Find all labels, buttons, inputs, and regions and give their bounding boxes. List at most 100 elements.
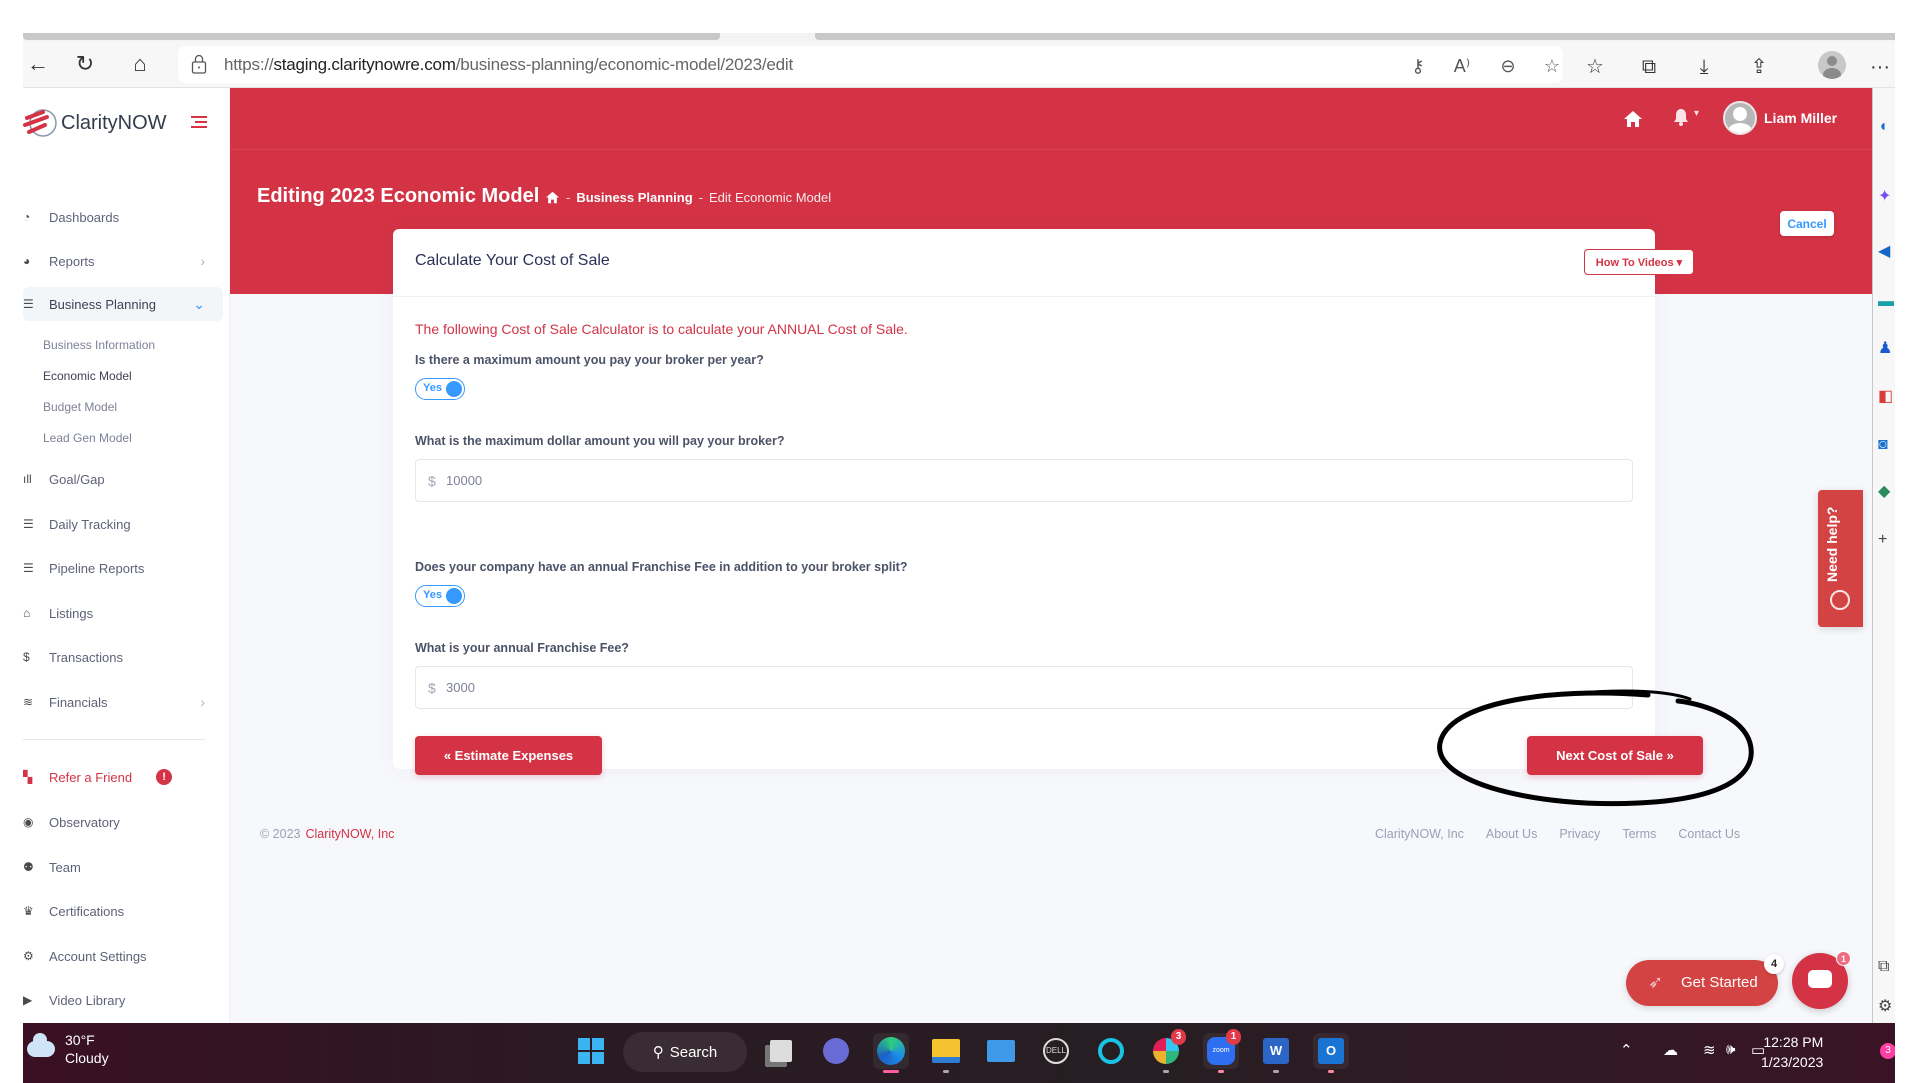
hide-sidebar-icon[interactable]: ⧉ bbox=[1878, 958, 1895, 976]
franchise-fee-toggle[interactable]: Yes bbox=[415, 585, 465, 607]
teams-chat-app[interactable] bbox=[818, 1033, 854, 1069]
sidebar-item-label: Business Planning bbox=[49, 296, 156, 312]
user-name[interactable]: Liam Miller bbox=[1764, 110, 1837, 126]
downloads-icon[interactable]: ⤓ bbox=[1690, 53, 1718, 81]
sidebar-item-account-settings[interactable]: ⚙ Account Settings bbox=[23, 939, 223, 973]
breadcrumb-home-icon[interactable] bbox=[545, 191, 560, 204]
onedrive-icon[interactable]: ☁ bbox=[1663, 1041, 1678, 1059]
share-icon[interactable]: ⇪ bbox=[1745, 53, 1773, 81]
footer-brand-link[interactable]: ClarityNOW, Inc bbox=[306, 827, 395, 841]
windows-icon bbox=[578, 1038, 604, 1064]
task-view-button[interactable] bbox=[763, 1033, 799, 1069]
drop-icon[interactable]: ◆ bbox=[1878, 483, 1895, 501]
sidebar-item-dashboards[interactable]: ◔ Dashboards bbox=[23, 200, 223, 234]
sidebar-item-financials[interactable]: ≋ Financials › bbox=[23, 685, 223, 719]
weather-widget[interactable]: 30°F Cloudy bbox=[23, 1031, 109, 1067]
franchise-fee-input[interactable] bbox=[446, 668, 1646, 707]
notification-badge[interactable]: 3 bbox=[1880, 1043, 1895, 1059]
browser-tab[interactable] bbox=[815, 33, 1895, 40]
cancel-button[interactable]: Cancel bbox=[1780, 211, 1834, 236]
zoom-out-icon[interactable]: ⊖ bbox=[1496, 54, 1520, 78]
max-broker-amount-field[interactable]: $ bbox=[415, 459, 1646, 502]
home-icon[interactable] bbox=[1623, 110, 1643, 128]
sidebar-item-goal-gap[interactable]: ıll Goal/Gap bbox=[23, 462, 223, 496]
dell-app[interactable]: DELL bbox=[1038, 1033, 1074, 1069]
volume-icon[interactable]: 🕪 bbox=[1726, 1041, 1735, 1058]
notifications-dropdown[interactable]: ▾ bbox=[1673, 108, 1709, 128]
tools-icon[interactable]: ▬ bbox=[1878, 293, 1895, 311]
read-aloud-icon[interactable]: A⁾ bbox=[1450, 54, 1474, 78]
add-favorite-icon[interactable]: ☆ bbox=[1540, 54, 1564, 78]
outlook-sidebar-icon[interactable]: ◙ bbox=[1878, 436, 1895, 454]
sidebar-item-daily-tracking[interactable]: ☰ Daily Tracking bbox=[23, 507, 223, 541]
favorites-icon[interactable]: ☆ bbox=[1581, 53, 1609, 81]
sidebar-item-observatory[interactable]: ◉ Observatory bbox=[23, 805, 223, 839]
sidebar-item-refer-a-friend[interactable]: ▚ Refer a Friend! bbox=[23, 760, 223, 794]
edge-app[interactable] bbox=[873, 1033, 909, 1073]
browser-profile-avatar[interactable] bbox=[1818, 51, 1846, 79]
question-franchise-amount: What is your annual Franchise Fee? bbox=[415, 641, 629, 655]
sidebar-item-label: Certifications bbox=[49, 903, 125, 919]
back-icon[interactable]: ← bbox=[23, 49, 53, 79]
home-icon[interactable]: ⌂ bbox=[125, 49, 155, 79]
get-started-button[interactable]: ➶ Get Started bbox=[1626, 960, 1778, 1006]
footer-link-contact[interactable]: Contact Us bbox=[1678, 827, 1740, 841]
wifi-icon[interactable]: ≋ bbox=[1703, 1041, 1716, 1059]
url-text[interactable]: https://staging.claritynowre.com/busines… bbox=[224, 55, 793, 75]
sidebar-item-pipeline-reports[interactable]: ☰ Pipeline Reports bbox=[23, 551, 223, 585]
start-button[interactable] bbox=[573, 1033, 609, 1069]
collections-icon[interactable]: ⧉ bbox=[1635, 53, 1663, 81]
sidebar-item-team[interactable]: ⚉ Team bbox=[23, 850, 223, 884]
next-cost-of-sale-button[interactable]: Next Cost of Sale » bbox=[1527, 736, 1703, 775]
key-icon[interactable]: ⚷ bbox=[1406, 54, 1430, 78]
word-app[interactable]: W bbox=[1258, 1033, 1294, 1073]
outlook-app[interactable]: O bbox=[1313, 1033, 1349, 1073]
settings-icon[interactable]: ⚙ bbox=[1878, 998, 1895, 1016]
copilot-icon[interactable]: ✦ bbox=[1878, 188, 1895, 206]
estimate-expenses-button[interactable]: « Estimate Expenses bbox=[415, 736, 602, 775]
footer-link-privacy[interactable]: Privacy bbox=[1559, 827, 1600, 841]
sidebar-item-certifications[interactable]: ♛ Certifications bbox=[23, 894, 223, 928]
sidebar-item-video-library[interactable]: ▶ Video Library bbox=[23, 983, 223, 1017]
sidebar-item-transactions[interactable]: $ Transactions bbox=[23, 640, 223, 674]
file-explorer-app[interactable] bbox=[928, 1033, 964, 1073]
slack-app[interactable]: 3 bbox=[1148, 1029, 1186, 1073]
shopping-icon[interactable]: ◀ bbox=[1878, 243, 1895, 261]
add-icon[interactable]: + bbox=[1878, 531, 1895, 549]
sidebar-item-label: Reports bbox=[49, 253, 95, 269]
taskbar-search[interactable]: ⚲ Search bbox=[623, 1032, 747, 1072]
sidebar-item-listings[interactable]: ⌂ Listings bbox=[23, 596, 223, 630]
zoom-app[interactable]: zoom 1 bbox=[1203, 1029, 1241, 1073]
footer-link-company[interactable]: ClarityNOW, Inc bbox=[1375, 827, 1464, 841]
sidebar-subitem-lead-gen-model[interactable]: Lead Gen Model bbox=[43, 431, 132, 445]
logo[interactable]: ClarityNOW bbox=[23, 106, 167, 140]
more-icon[interactable]: ··· bbox=[1868, 53, 1892, 81]
user-avatar[interactable] bbox=[1723, 101, 1757, 135]
logo-icon bbox=[23, 109, 57, 137]
sidebar-subitem-business-information[interactable]: Business Information bbox=[43, 338, 155, 352]
max-broker-toggle[interactable]: Yes bbox=[415, 378, 465, 400]
address-bar[interactable]: https://staging.claritynowre.com/busines… bbox=[178, 46, 1563, 83]
show-hidden-icons[interactable]: ⌃ bbox=[1620, 1041, 1633, 1059]
office-icon[interactable]: ◧ bbox=[1878, 388, 1895, 406]
refresh-icon[interactable]: ↻ bbox=[70, 49, 100, 79]
footer-link-about[interactable]: About Us bbox=[1486, 827, 1537, 841]
browser-tab[interactable] bbox=[23, 33, 720, 40]
games-icon[interactable]: ♟ bbox=[1878, 340, 1895, 358]
mail-app[interactable] bbox=[983, 1033, 1019, 1069]
footer-link-terms[interactable]: Terms bbox=[1622, 827, 1656, 841]
alexa-app[interactable] bbox=[1093, 1033, 1129, 1069]
franchise-fee-field[interactable]: $ bbox=[415, 666, 1646, 709]
menu-toggle-icon[interactable] bbox=[191, 116, 207, 128]
breadcrumb-business-planning[interactable]: Business Planning bbox=[576, 190, 692, 205]
max-broker-amount-input[interactable] bbox=[446, 461, 1646, 500]
system-clock[interactable]: 12:28 PM 1/23/2023 bbox=[1761, 1032, 1823, 1072]
sidebar-item-business-planning[interactable]: ☰ Business Planning ⌄ bbox=[23, 287, 223, 321]
sidebar-item-reports[interactable]: ◕ Reports › bbox=[23, 244, 223, 278]
sidebar-subitem-economic-model[interactable]: Economic Model bbox=[43, 369, 132, 383]
sidebar-subitem-budget-model[interactable]: Budget Model bbox=[43, 400, 117, 414]
need-help-tab[interactable]: Need help? bbox=[1818, 490, 1863, 627]
sidebar-item-label: Goal/Gap bbox=[49, 471, 105, 487]
search-sidebar-icon[interactable]: ◖ bbox=[1878, 118, 1895, 136]
how-to-videos-dropdown[interactable]: How To Videos ▾ bbox=[1584, 249, 1694, 275]
